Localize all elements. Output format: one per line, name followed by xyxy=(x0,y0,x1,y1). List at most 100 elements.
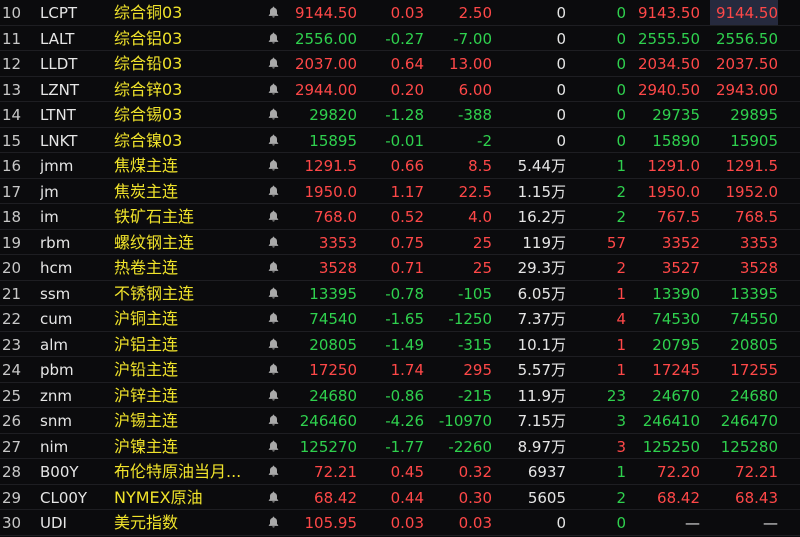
quote-row[interactable]: 20 hcm 热卷主连 3528 0.71 25 29.3万 2 3527 3528 xyxy=(0,255,800,281)
bell-icon[interactable] xyxy=(265,230,281,255)
bell-icon[interactable] xyxy=(265,383,281,408)
current-quantity: 1 xyxy=(616,284,626,303)
contract-code: nim xyxy=(40,437,69,456)
quote-row[interactable]: 12 LLDT 综合铅03 2037.00 0.64 13.00 0 0 2034.50 2037… xyxy=(0,51,800,77)
change-percent: 0.52 xyxy=(390,208,424,226)
last-price: 24680 xyxy=(309,386,357,405)
change-value: 6.00 xyxy=(458,80,492,99)
bell-icon[interactable] xyxy=(265,255,281,280)
ask-price: 68.43 xyxy=(735,488,778,507)
bell-icon[interactable] xyxy=(265,0,281,25)
row-index: 28 xyxy=(2,463,22,481)
row-index: 26 xyxy=(2,412,22,430)
ask-price: 15905 xyxy=(730,131,778,150)
contract-name: 焦煤主连 xyxy=(114,156,179,175)
ask-price: 9144.50 xyxy=(710,0,778,25)
bid-price: 29735 xyxy=(652,106,700,124)
quote-row[interactable]: 26 snm 沪锡主连 246460 -4.26 -10970 7.15万 3 246410 24… xyxy=(0,408,800,434)
bell-icon[interactable] xyxy=(265,179,281,204)
contract-name: 螺纹钢主连 xyxy=(114,232,195,252)
volume: 0 xyxy=(556,4,566,22)
change-percent: -0.86 xyxy=(385,386,424,405)
change-value: -7.00 xyxy=(453,29,492,48)
bell-icon[interactable] xyxy=(265,459,281,484)
quote-row[interactable]: 24 pbm 沪铅主连 17250 1.74 295 5.57万 1 17245 17255 xyxy=(0,357,800,383)
row-index: 12 xyxy=(2,55,22,73)
bid-price: 246410 xyxy=(642,412,700,430)
volume: 8.97万 xyxy=(517,437,566,456)
bell-icon[interactable] xyxy=(265,128,281,153)
bell-icon[interactable] xyxy=(265,510,281,535)
change-value: 4.0 xyxy=(468,208,492,226)
bell-icon[interactable] xyxy=(265,357,281,382)
quote-row[interactable]: 13 LZNT 综合锌03 2944.00 0.20 6.00 0 0 2940.50 2943.… xyxy=(0,77,800,102)
volume: 119万 xyxy=(522,233,566,252)
row-index: 18 xyxy=(2,208,22,226)
contract-name: 综合铅03 xyxy=(114,54,183,73)
quote-row[interactable]: 30 UDI 美元指数 105.95 0.03 0.03 0 0 — — xyxy=(0,510,800,536)
quote-row[interactable]: 11 LALT 综合铝03 2556.00 -0.27 -7.00 0 0 2555.50 255… xyxy=(0,26,800,51)
change-percent: 1.74 xyxy=(390,361,424,379)
quote-row[interactable]: 17 jm 焦炭主连 1950.0 1.17 22.5 1.15万 2 1950.0 1952.0 xyxy=(0,179,800,204)
bell-icon[interactable] xyxy=(265,77,281,102)
bell-icon[interactable] xyxy=(265,153,281,178)
change-value: 13.00 xyxy=(449,55,492,73)
bid-price: 2034.50 xyxy=(637,55,700,73)
change-value: -315 xyxy=(457,335,492,354)
quote-row[interactable]: 14 LTNT 综合锡03 29820 -1.28 -388 0 0 29735 29895 xyxy=(0,102,800,128)
bell-icon[interactable] xyxy=(265,102,281,127)
bell-icon[interactable] xyxy=(265,281,281,306)
row-index: 24 xyxy=(2,361,22,379)
quote-row[interactable]: 27 nim 沪镍主连 125270 -1.77 -2260 8.97万 3 125250 125… xyxy=(0,434,800,459)
quote-row[interactable]: 10 LCPT 综合铜03 9144.50 0.03 2.50 0 0 9143.50 9144.… xyxy=(0,0,800,26)
volume: 0 xyxy=(556,80,566,99)
bell-icon[interactable] xyxy=(265,306,281,331)
change-value: -2 xyxy=(477,131,492,150)
quote-row[interactable]: 23 alm 沪铝主连 20805 -1.49 -315 10.1万 1 20795 20805 xyxy=(0,332,800,357)
last-price: 20805 xyxy=(309,335,357,354)
bell-icon[interactable] xyxy=(265,51,281,76)
current-quantity: 2 xyxy=(616,488,626,507)
quote-row[interactable]: 18 im 铁矿石主连 768.0 0.52 4.0 16.2万 2 767.5 768.5 xyxy=(0,204,800,230)
ask-price: — xyxy=(763,514,778,532)
quote-row[interactable]: 28 B00Y 布伦特原油当月... 72.21 0.45 0.32 6937 1 72.20 7… xyxy=(0,459,800,485)
ask-price: 125280 xyxy=(720,437,778,456)
contract-name: 美元指数 xyxy=(114,513,179,532)
bell-icon[interactable] xyxy=(265,408,281,433)
bid-price: 3352 xyxy=(661,233,700,252)
quote-row[interactable]: 16 jmm 焦煤主连 1291.5 0.66 8.5 5.44万 1 1291.0 1291.5 xyxy=(0,153,800,179)
change-value: 8.5 xyxy=(468,157,492,175)
quote-row[interactable]: 19 rbm 螺纹钢主连 3353 0.75 25 119万 57 3352 3353 xyxy=(0,230,800,255)
contract-code: rbm xyxy=(40,233,71,252)
current-quantity: 0 xyxy=(616,80,626,99)
last-price: 1291.5 xyxy=(304,157,358,175)
quote-row[interactable]: 21 ssm 不锈钢主连 13395 -0.78 -105 6.05万 1 13390 13395 xyxy=(0,281,800,306)
current-quantity: 4 xyxy=(616,310,626,328)
volume: 6937 xyxy=(527,463,566,481)
bell-icon[interactable] xyxy=(265,332,281,357)
contract-name: 综合镍03 xyxy=(114,130,183,150)
bell-icon[interactable] xyxy=(265,204,281,229)
ask-price: 3353 xyxy=(739,233,778,252)
quote-row[interactable]: 25 znm 沪锌主连 24680 -0.86 -215 11.9万 23 24670 24680 xyxy=(0,383,800,408)
bell-icon[interactable] xyxy=(265,434,281,459)
bid-price: 20795 xyxy=(652,335,700,354)
current-quantity: 2 xyxy=(616,208,626,226)
last-price: 3353 xyxy=(318,233,357,252)
ask-price: 1291.5 xyxy=(725,157,779,175)
contract-code: B00Y xyxy=(40,463,79,481)
last-price: 29820 xyxy=(309,106,357,124)
change-percent: -0.78 xyxy=(385,284,424,303)
current-quantity: 0 xyxy=(616,55,626,73)
bell-icon[interactable] xyxy=(265,485,281,510)
bell-icon[interactable] xyxy=(265,26,281,51)
quote-row[interactable]: 15 LNKT 综合镍03 15895 -0.01 -2 0 0 15890 15905 xyxy=(0,128,800,153)
contract-code: alm xyxy=(40,335,68,354)
row-index: 19 xyxy=(2,233,22,252)
quote-row[interactable]: 29 CL00Y NYMEX原油 68.42 0.44 0.30 5605 2 68.42 68.… xyxy=(0,485,800,510)
change-value: 0.03 xyxy=(458,514,492,532)
quote-row[interactable]: 22 cum 沪铜主连 74540 -1.65 -1250 7.37万 4 74530 74550 xyxy=(0,306,800,332)
row-index: 29 xyxy=(2,488,22,507)
change-percent: 0.66 xyxy=(390,157,424,175)
ask-price: 29895 xyxy=(730,106,778,124)
